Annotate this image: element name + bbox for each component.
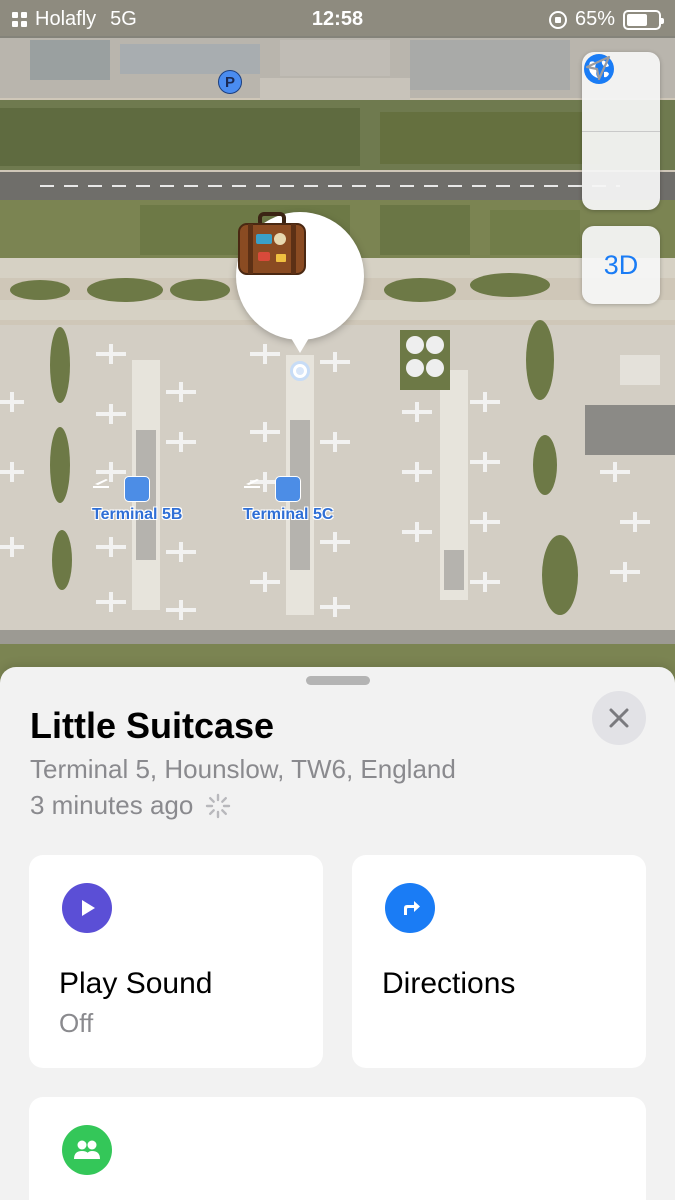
item-title: Little Suitcase (30, 705, 275, 746)
item-location-pin[interactable] (236, 212, 364, 353)
directions-card[interactable]: Directions (352, 855, 646, 1068)
battery-icon (623, 9, 664, 30)
play-sound-card[interactable]: Play Sound Off (29, 855, 323, 1068)
play-sound-status: Off (59, 1008, 94, 1038)
item-detail-sheet: Little Suitcase Terminal 5, Hounslow, TW… (0, 667, 675, 1200)
track-location-button[interactable] (582, 55, 660, 210)
location-arrow-icon (585, 55, 611, 81)
item-address: Terminal 5, Hounslow, TW6, England (30, 754, 456, 784)
battery-percent: 65% (574, 8, 615, 30)
parking-marker[interactable]: P (218, 70, 242, 94)
suitcase-icon (238, 212, 306, 275)
play-sound-label: Play Sound (59, 967, 213, 1000)
location-dot (290, 361, 310, 381)
map-controls (582, 52, 660, 210)
orientation-lock-icon (548, 10, 567, 29)
airport-icon (93, 476, 151, 502)
loading-spinner-icon (206, 793, 231, 818)
play-icon (62, 883, 112, 933)
3d-view-button[interactable]: 3D (582, 226, 660, 304)
directions-label: Directions (382, 967, 516, 1000)
sheet-grabber[interactable] (306, 676, 370, 685)
status-bar: Holafly 5G 12:58 65% (0, 0, 675, 38)
people-icon (62, 1125, 112, 1175)
directions-arrow-icon (385, 883, 435, 933)
satellite-imagery (0, 0, 675, 700)
last-seen-text: 3 minutes ago (30, 790, 194, 820)
close-button[interactable] (592, 691, 646, 745)
terminal-5c-marker[interactable]: Terminal 5C (243, 476, 333, 524)
terminal-label: Terminal 5C (243, 506, 334, 523)
close-icon (609, 708, 629, 728)
share-item-card[interactable] (29, 1097, 646, 1200)
terminal-label: Terminal 5B (92, 506, 183, 523)
map-view[interactable]: P Terminal 5B Terminal 5C 3D Holafly 5G … (0, 0, 675, 700)
airport-icon (244, 476, 302, 502)
terminal-5b-marker[interactable]: Terminal 5B (92, 476, 182, 524)
last-seen: 3 minutes ago (30, 790, 231, 821)
